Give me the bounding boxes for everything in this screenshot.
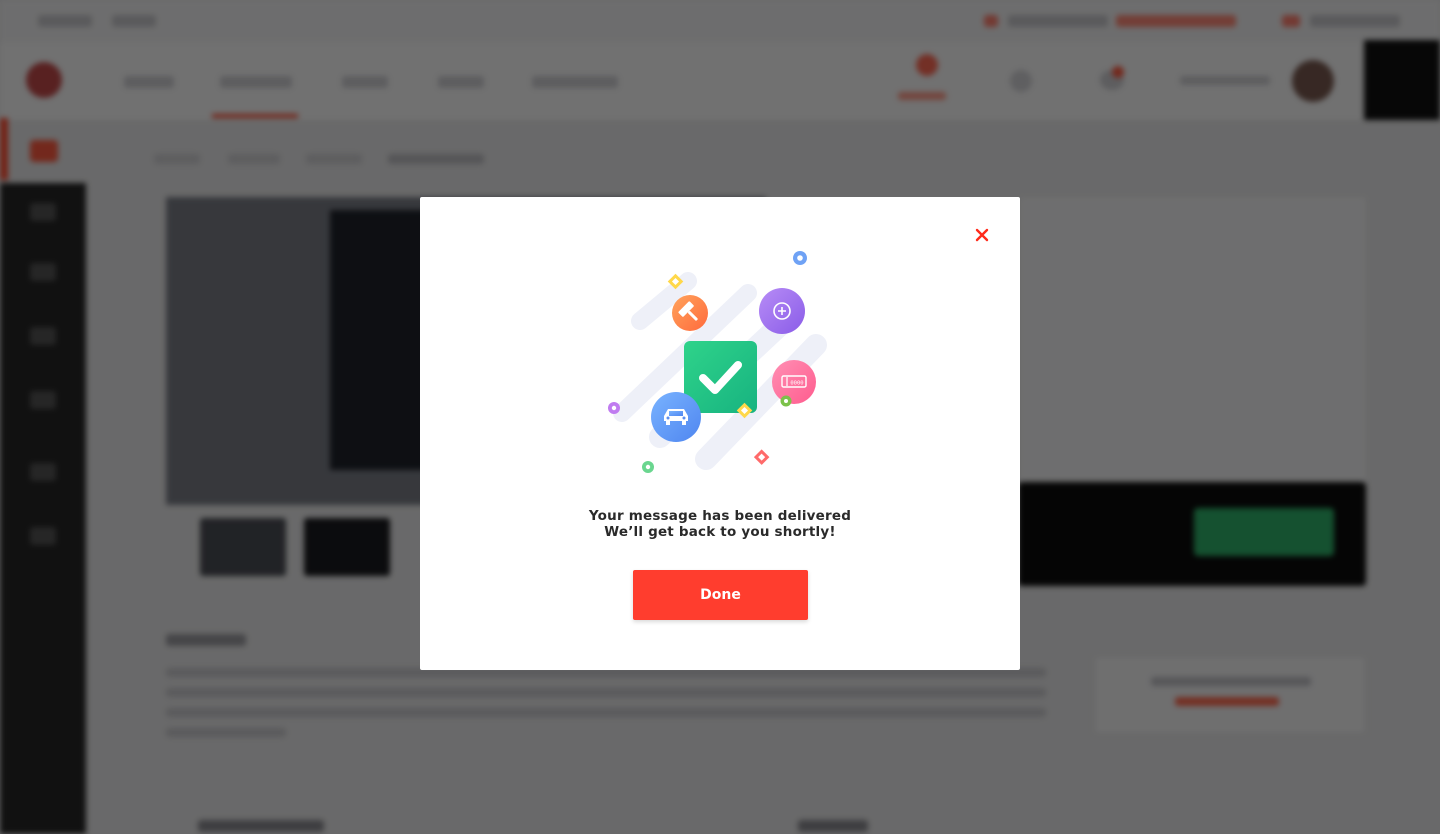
success-illustration: 0000 (608, 251, 827, 473)
ticket-icon: 0000 (772, 360, 816, 404)
done-button[interactable]: Done (633, 570, 808, 620)
message-line-1: Your message has been delivered (588, 508, 852, 524)
car-icon (651, 392, 701, 442)
success-modal: 0000 Your message has been delivered We’… (420, 197, 1020, 670)
message-line-2: We’ll get back to you shortly! (604, 524, 836, 540)
close-icon[interactable] (975, 228, 989, 242)
gavel-icon (672, 295, 708, 331)
confirmation-message: Your message has been delivered We’ll ge… (420, 508, 1020, 540)
close-button[interactable] (972, 225, 992, 245)
svg-text:0000: 0000 (790, 381, 803, 387)
plus-icon (759, 288, 805, 334)
